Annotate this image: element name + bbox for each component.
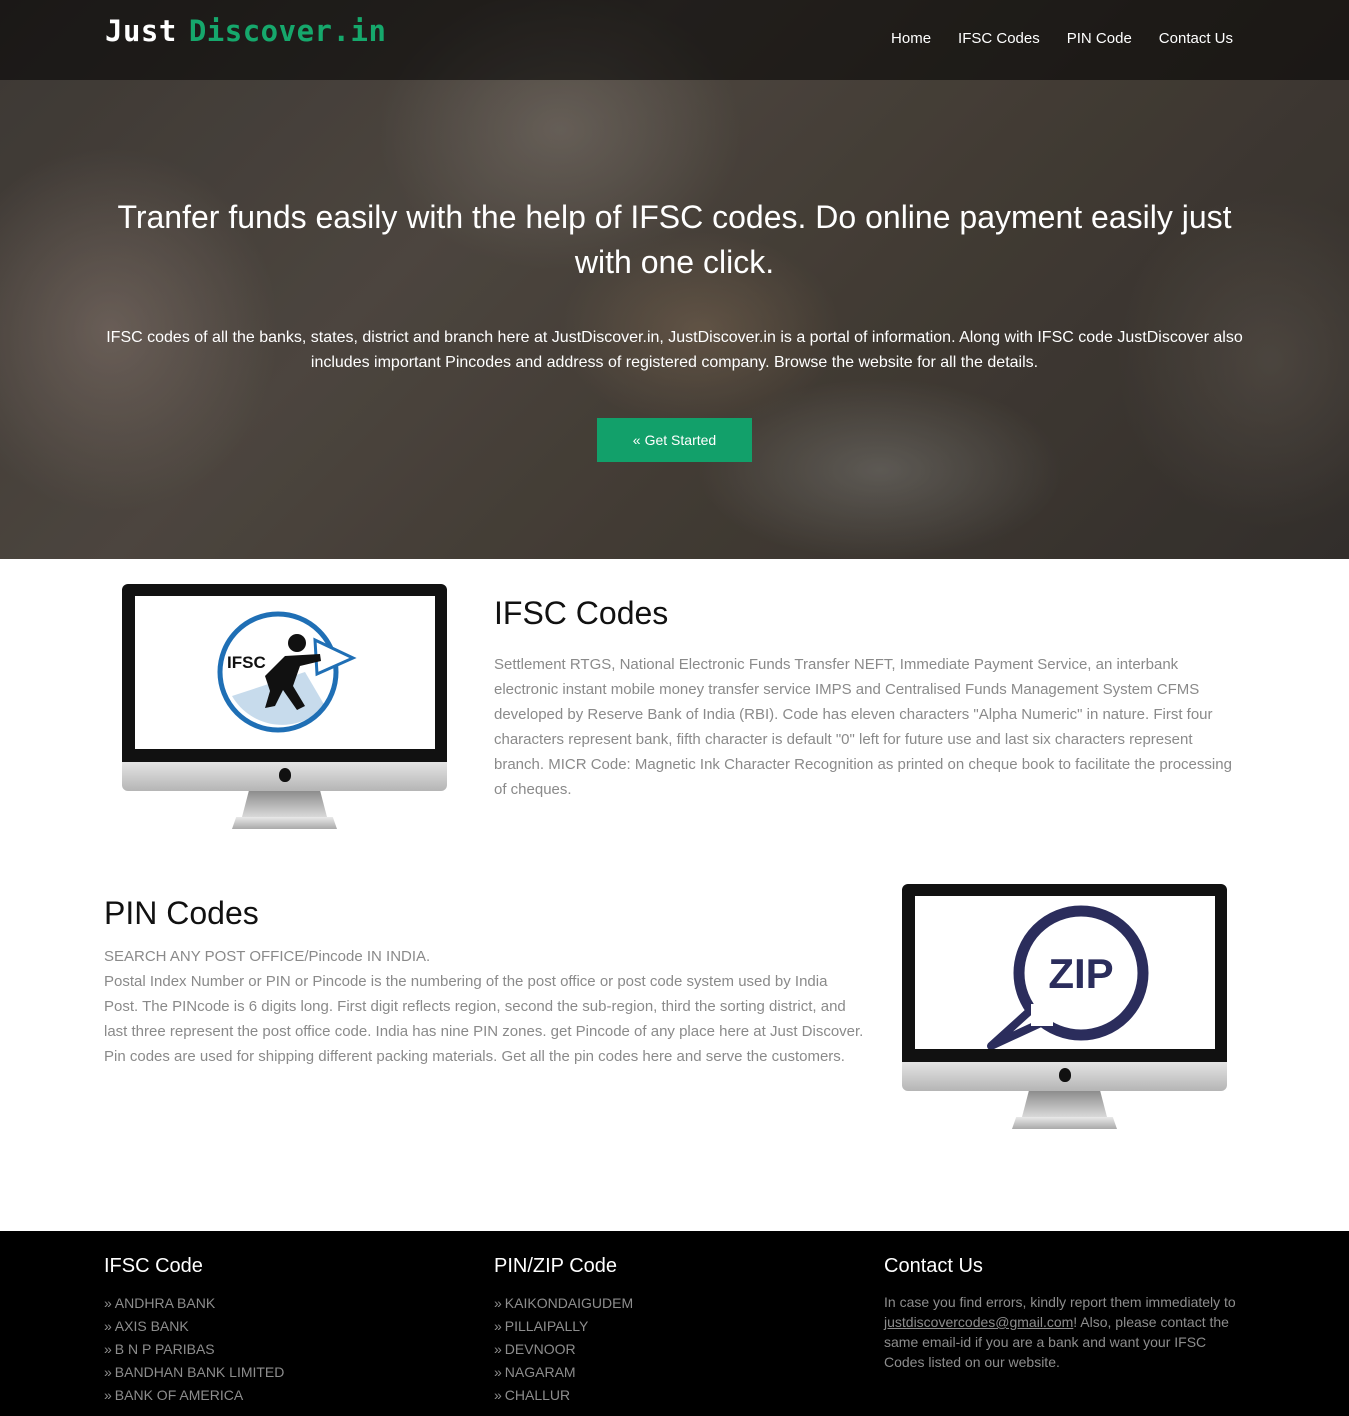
logo-word-discover: Discover.in bbox=[188, 14, 387, 48]
footer-pin-link[interactable]: KAIKONDAIGUDEM bbox=[505, 1295, 633, 1311]
pin-section-subtitle: SEARCH ANY POST OFFICE/Pincode IN INDIA. bbox=[104, 948, 431, 965]
ifsc-logo-icon: IFSC bbox=[217, 611, 357, 733]
footer-ifsc-item[interactable]: » ANDHRA BANK bbox=[104, 1292, 284, 1315]
zip-logo-text: ZIP bbox=[1048, 950, 1113, 997]
ifsc-section-text: Settlement RTGS, National Electronic Fun… bbox=[494, 656, 1232, 798]
hero-section: Just Discover.in Home IFSC Codes PIN Code… bbox=[0, 0, 1349, 559]
footer-pin-link[interactable]: NAGARAM bbox=[505, 1364, 576, 1380]
pin-section-text: Postal Index Number or PIN or Pincode is… bbox=[104, 973, 864, 1065]
monitor-screen: IFSC bbox=[135, 596, 435, 749]
get-started-label: Get Started bbox=[644, 432, 717, 448]
pin-section-title: PIN Codes bbox=[104, 895, 259, 931]
footer-ifsc-title: IFSC Code bbox=[104, 1255, 203, 1277]
double-chevron-right-icon: » bbox=[494, 1341, 502, 1357]
contact-text-before: In case you find errors, kindly report t… bbox=[884, 1294, 1236, 1310]
footer-contact-column: Contact Us In case you find errors, kind… bbox=[884, 1255, 1244, 1372]
double-chevron-right-icon: » bbox=[104, 1318, 112, 1334]
double-chevron-right-icon: » bbox=[494, 1318, 502, 1334]
footer-ifsc-link[interactable]: AXIS BANK bbox=[115, 1318, 189, 1334]
footer-pin-column: PIN/ZIP Code » KAIKONDAIGUDEM » PILLAIPALL… bbox=[494, 1255, 633, 1407]
contact-email-link[interactable]: justdiscovercodes@gmail.com bbox=[884, 1314, 1073, 1330]
footer-ifsc-item[interactable]: » AXIS BANK bbox=[104, 1315, 284, 1338]
footer-ifsc-link[interactable]: BANDHAN BANK LIMITED bbox=[115, 1364, 285, 1380]
monitor-neck bbox=[242, 791, 327, 817]
double-chevron-right-icon: » bbox=[494, 1295, 502, 1311]
footer: IFSC Code » ANDHRA BANK » AXIS BANK » B N P… bbox=[0, 1231, 1349, 1416]
apple-logo-icon bbox=[279, 768, 291, 782]
nav-home[interactable]: Home bbox=[891, 30, 931, 47]
nav-ifsc-codes[interactable]: IFSC Codes bbox=[958, 30, 1040, 47]
ifsc-section-title: IFSC Codes bbox=[494, 595, 669, 631]
double-chevron-right-icon: » bbox=[104, 1387, 112, 1403]
double-chevron-left-icon: « bbox=[632, 432, 641, 448]
footer-pin-link[interactable]: CHALLUR bbox=[505, 1387, 570, 1403]
monitor-screen: ZIP bbox=[915, 896, 1215, 1050]
get-started-button[interactable]: « Get Started bbox=[597, 418, 752, 462]
double-chevron-right-icon: » bbox=[104, 1364, 112, 1380]
nav-pin-code[interactable]: PIN Code bbox=[1067, 30, 1132, 47]
site-logo[interactable]: Just Discover.in bbox=[105, 14, 386, 48]
footer-pin-link[interactable]: PILLAIPALLY bbox=[505, 1318, 589, 1334]
footer-pin-item[interactable]: » NAGARAM bbox=[494, 1361, 633, 1384]
footer-pin-link[interactable]: DEVNOOR bbox=[505, 1341, 576, 1357]
double-chevron-right-icon: » bbox=[104, 1341, 112, 1357]
navbar: Just Discover.in Home IFSC Codes PIN Code… bbox=[0, 0, 1349, 80]
footer-pin-item[interactable]: » DEVNOOR bbox=[494, 1338, 633, 1361]
ifsc-logo-text: IFSC bbox=[227, 653, 266, 672]
footer-pin-list: » KAIKONDAIGUDEM » PILLAIPALLY » DEVNOOR » N… bbox=[494, 1292, 633, 1407]
double-chevron-right-icon: » bbox=[104, 1295, 112, 1311]
footer-ifsc-item[interactable]: » B N P PARIBAS bbox=[104, 1338, 284, 1361]
logo-word-just: Just bbox=[105, 14, 177, 48]
footer-ifsc-link[interactable]: BANK OF AMERICA bbox=[115, 1387, 243, 1403]
footer-pin-title: PIN/ZIP Code bbox=[494, 1255, 618, 1277]
ifsc-monitor-image: IFSC bbox=[122, 584, 447, 829]
zip-logo-icon: ZIP bbox=[987, 905, 1149, 1050]
hero-title: Tranfer funds easily with the help of IF… bbox=[117, 199, 1232, 280]
footer-pin-item[interactable]: » KAIKONDAIGUDEM bbox=[494, 1292, 633, 1315]
nav-contact-us[interactable]: Contact Us bbox=[1159, 30, 1233, 47]
main-nav: Home IFSC Codes PIN Code Contact Us bbox=[891, 30, 1233, 47]
zip-monitor-image: ZIP bbox=[902, 884, 1227, 1129]
footer-ifsc-link[interactable]: B N P PARIBAS bbox=[115, 1341, 215, 1357]
footer-contact-title: Contact Us bbox=[884, 1255, 983, 1277]
footer-contact-text: In case you find errors, kindly report t… bbox=[884, 1292, 1244, 1372]
footer-ifsc-column: IFSC Code » ANDHRA BANK » AXIS BANK » B N P… bbox=[104, 1255, 284, 1407]
footer-pin-item[interactable]: » CHALLUR bbox=[494, 1384, 633, 1407]
hero-description: IFSC codes of all the banks, states, dis… bbox=[106, 329, 1243, 371]
footer-ifsc-item[interactable]: » BANK OF AMERICA bbox=[104, 1384, 284, 1407]
monitor-base bbox=[1012, 1117, 1117, 1129]
apple-logo-icon bbox=[1059, 1068, 1071, 1082]
footer-ifsc-item[interactable]: » BANDHAN BANK LIMITED bbox=[104, 1361, 284, 1384]
hero-content: Tranfer funds easily with the help of IF… bbox=[0, 0, 1349, 559]
footer-ifsc-link[interactable]: ANDHRA BANK bbox=[115, 1295, 215, 1311]
double-chevron-right-icon: » bbox=[494, 1364, 502, 1380]
monitor-neck bbox=[1022, 1091, 1107, 1117]
footer-pin-item[interactable]: » PILLAIPALLY bbox=[494, 1315, 633, 1338]
double-chevron-right-icon: » bbox=[494, 1387, 502, 1403]
footer-ifsc-list: » ANDHRA BANK » AXIS BANK » B N P PARIBAS »… bbox=[104, 1292, 284, 1407]
monitor-base bbox=[232, 817, 337, 829]
